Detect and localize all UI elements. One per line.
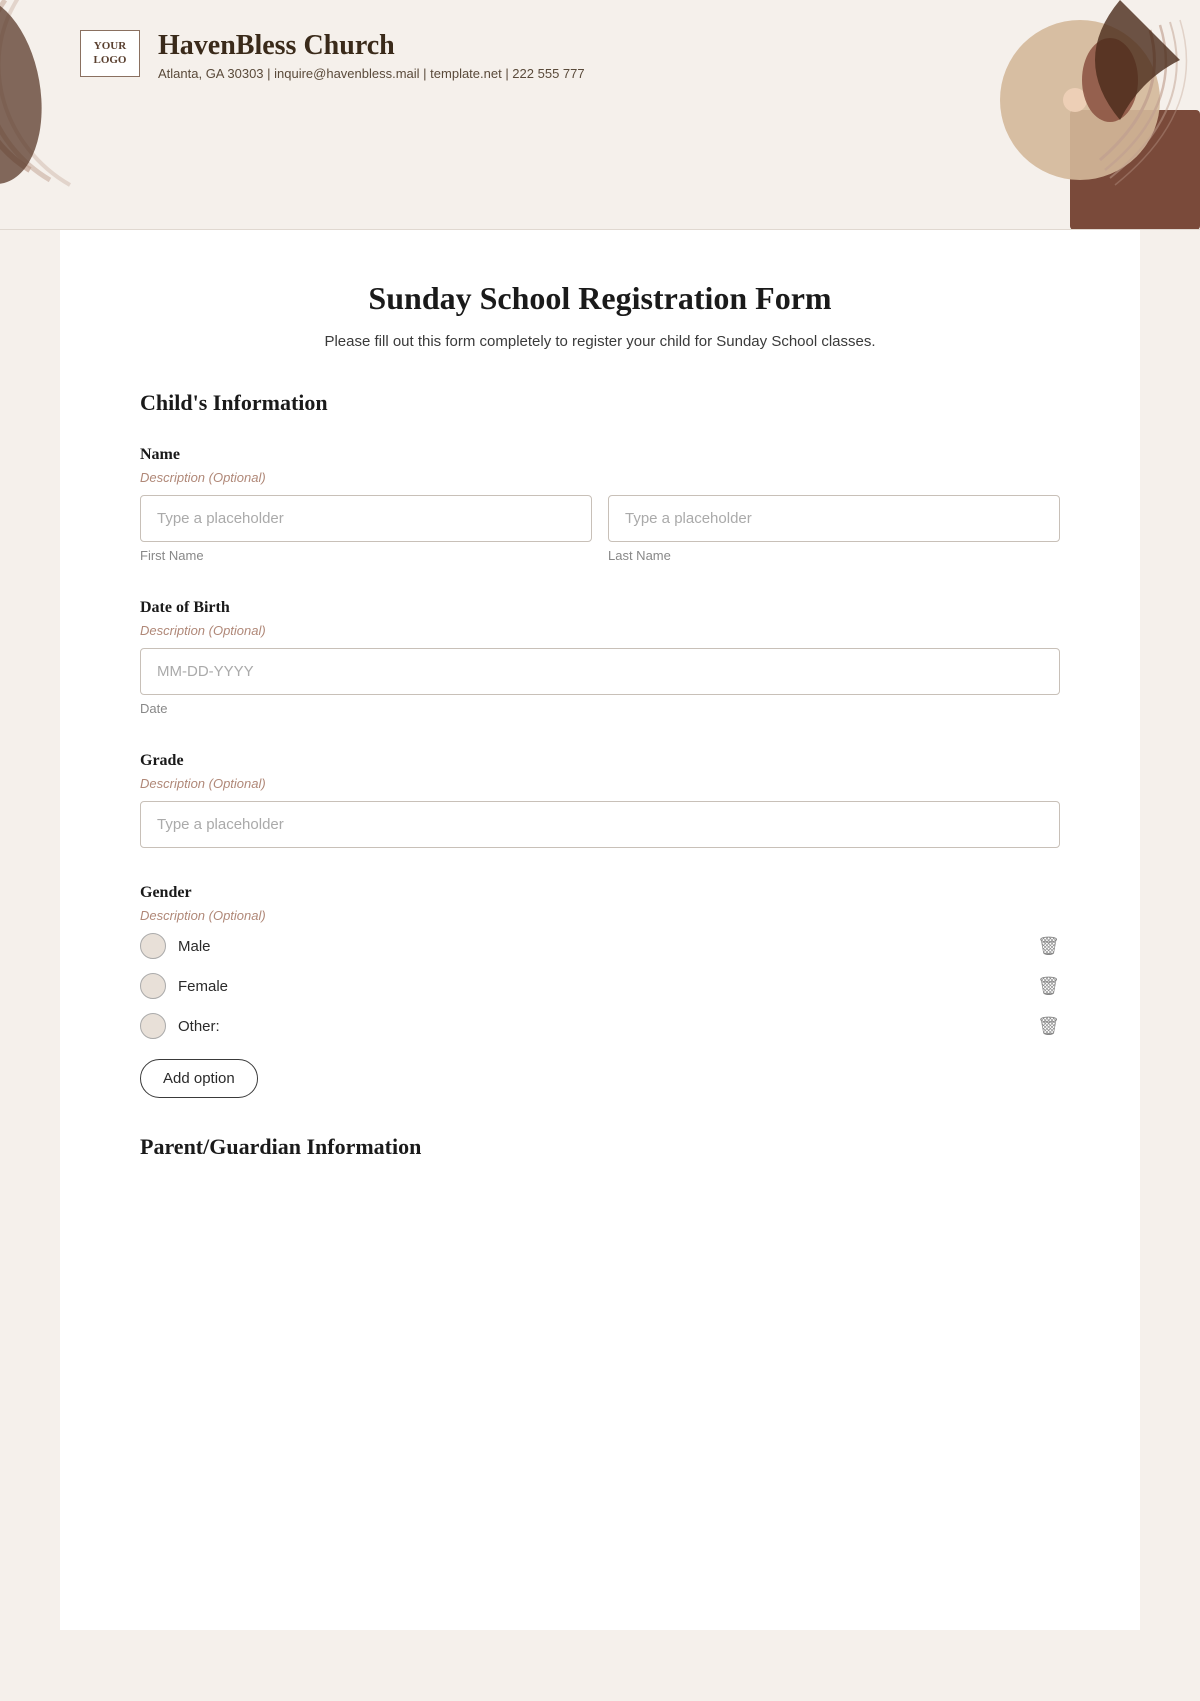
grade-field-group: Grade Description (Optional): [140, 752, 1060, 848]
gender-field-group: Gender Description (Optional) Male 🗑 Fem…: [140, 884, 1060, 1098]
radio-label-other: Other:: [178, 1018, 220, 1035]
church-info: Atlanta, GA 30303 | inquire@havenbless.m…: [158, 66, 585, 81]
form-title: Sunday School Registration Form: [140, 280, 1060, 317]
dob-label: Date of Birth: [140, 599, 1060, 617]
gender-label: Gender: [140, 884, 1060, 902]
name-field-group: Name Description (Optional) First Name L…: [140, 446, 1060, 563]
grade-input[interactable]: [140, 801, 1060, 848]
gender-option-female-left: Female: [140, 973, 228, 999]
name-label: Name: [140, 446, 1060, 464]
first-name-input[interactable]: [140, 495, 592, 542]
gender-option-female: Female 🗑: [140, 973, 1060, 999]
gender-option-other: Other: 🗑: [140, 1013, 1060, 1039]
dob-description: Description (Optional): [140, 623, 1060, 638]
gender-option-male: Male 🗑: [140, 933, 1060, 959]
deco-left-arc: [0, 0, 90, 190]
main-content: Sunday School Registration Form Please f…: [60, 230, 1140, 1630]
radio-label-male: Male: [178, 938, 211, 955]
delete-female-icon[interactable]: 🗑: [1037, 976, 1060, 997]
delete-male-icon[interactable]: 🗑: [1037, 936, 1060, 957]
grade-description: Description (Optional): [140, 776, 1060, 791]
first-name-wrapper: First Name: [140, 495, 592, 563]
last-name-wrapper: Last Name: [608, 495, 1060, 563]
child-info-section-title: Child's Information: [140, 390, 1060, 416]
dob-sublabel: Date: [140, 701, 1060, 716]
dob-field-group: Date of Birth Description (Optional) Dat…: [140, 599, 1060, 716]
radio-circle-female[interactable]: [140, 973, 166, 999]
gender-option-other-left: Other:: [140, 1013, 220, 1039]
delete-other-icon[interactable]: 🗑: [1037, 1016, 1060, 1037]
header-text: HavenBless Church Atlanta, GA 30303 | in…: [158, 30, 585, 81]
last-name-sublabel: Last Name: [608, 548, 1060, 563]
page-header: YOUR LOGO HavenBless Church Atlanta, GA …: [0, 0, 1200, 230]
grade-label: Grade: [140, 752, 1060, 770]
first-name-sublabel: First Name: [140, 548, 592, 563]
radio-circle-other[interactable]: [140, 1013, 166, 1039]
add-option-button[interactable]: Add option: [140, 1059, 258, 1098]
dob-input[interactable]: [140, 648, 1060, 695]
church-name: HavenBless Church: [158, 30, 585, 62]
logo-box: YOUR LOGO: [80, 30, 140, 77]
header-content: YOUR LOGO HavenBless Church Atlanta, GA …: [80, 30, 1120, 81]
name-description: Description (Optional): [140, 470, 1060, 485]
parent-section-title: Parent/Guardian Information: [140, 1134, 1060, 1160]
gender-description: Description (Optional): [140, 908, 1060, 923]
radio-label-female: Female: [178, 978, 228, 995]
gender-option-male-left: Male: [140, 933, 211, 959]
radio-circle-male[interactable]: [140, 933, 166, 959]
name-input-row: First Name Last Name: [140, 495, 1060, 563]
last-name-input[interactable]: [608, 495, 1060, 542]
form-subtitle: Please fill out this form completely to …: [140, 333, 1060, 350]
